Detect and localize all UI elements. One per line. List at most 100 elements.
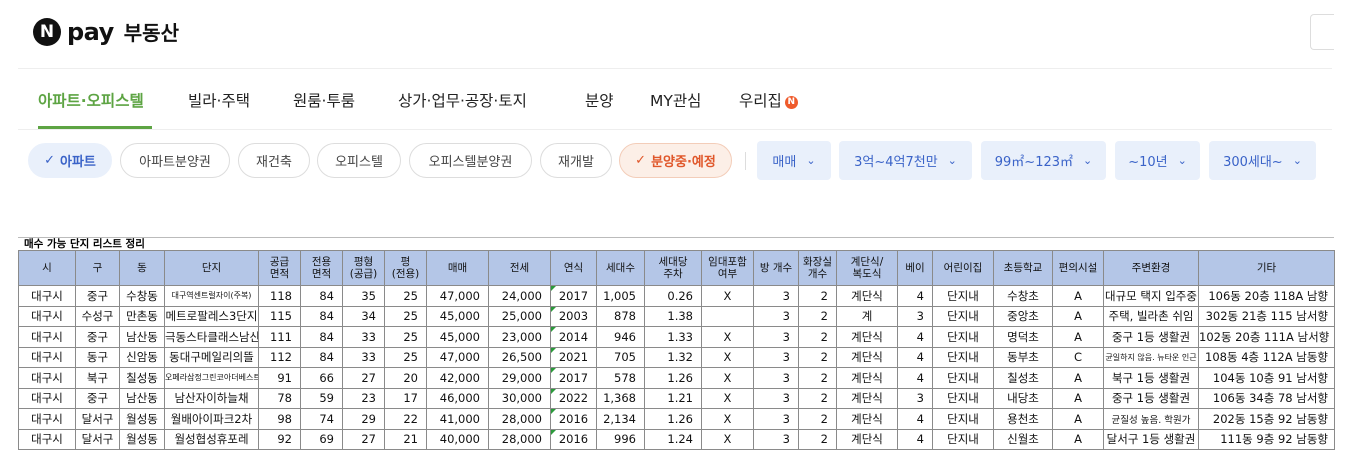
table-cell[interactable]: 중구 1등 생활권 <box>1103 387 1199 409</box>
table-cell[interactable]: 23 <box>342 387 385 409</box>
tab-presale[interactable]: 분양 <box>585 89 614 111</box>
table-cell[interactable]: 2 <box>798 346 837 368</box>
table-cell[interactable]: 단지내 <box>932 408 994 430</box>
table-cell[interactable]: 106동 20층 118A 남향 <box>1198 285 1335 307</box>
table-cell[interactable]: 705 <box>596 346 645 368</box>
table-cell[interactable]: 월성동 <box>119 428 165 450</box>
table-cell[interactable]: 명덕초 <box>993 326 1053 348</box>
table-cell[interactable]: 25 <box>384 285 427 307</box>
table-cell[interactable]: 0.26 <box>644 285 702 307</box>
table-cell[interactable]: 102동 20층 111A 남서향 <box>1198 326 1335 348</box>
table-cell[interactable]: 2 <box>798 285 837 307</box>
table-cell[interactable]: 달서구 <box>75 408 120 430</box>
table-cell[interactable]: 2017 <box>550 367 597 389</box>
table-cell[interactable]: 111 <box>258 326 301 348</box>
header-search-box[interactable] <box>1310 14 1334 50</box>
col-header[interactable]: 주변환경 <box>1103 250 1199 286</box>
table-cell[interactable]: 3 <box>753 387 799 409</box>
table-cell[interactable]: A <box>1052 367 1104 389</box>
table-cell[interactable]: 27 <box>342 428 385 450</box>
table-cell[interactable]: 2003 <box>550 305 597 327</box>
table-cell[interactable]: 2 <box>798 387 837 409</box>
table-cell[interactable]: 46,000 <box>426 387 489 409</box>
table-cell[interactable]: 25 <box>384 346 427 368</box>
table-cell[interactable]: 2 <box>798 367 837 389</box>
table-cell[interactable]: 25 <box>384 305 427 327</box>
tab-oneroom-tworoom[interactable]: 원룸·투룸 <box>293 89 355 111</box>
table-cell[interactable]: 대규모 택지 입주중 <box>1103 285 1199 307</box>
chip-officetel-presale-right[interactable]: 오피스텔분양권 <box>409 143 532 178</box>
table-cell[interactable]: 2 <box>798 326 837 348</box>
table-cell[interactable]: A <box>1052 305 1104 327</box>
table-cell[interactable]: 47,000 <box>426 285 489 307</box>
table-cell[interactable]: 2014 <box>550 326 597 348</box>
table-cell[interactable]: 66 <box>300 367 343 389</box>
chip-officetel[interactable]: 오피스텔 <box>317 143 401 178</box>
table-cell[interactable]: 3 <box>753 326 799 348</box>
table-cell[interactable]: 578 <box>596 367 645 389</box>
dropdown-price-range[interactable]: 3억~4억7천만 ⌄ <box>839 141 972 180</box>
table-cell[interactable]: 중구 <box>75 285 120 307</box>
table-cell[interactable]: 수창초 <box>993 285 1053 307</box>
table-cell[interactable]: 22 <box>384 408 427 430</box>
table-cell[interactable]: 단지내 <box>932 305 994 327</box>
dropdown-deal-type[interactable]: 매매 ⌄ <box>757 141 831 180</box>
table-cell[interactable]: 4 <box>897 285 933 307</box>
table-cell[interactable]: 1,368 <box>596 387 645 409</box>
col-header[interactable]: 평형 (공급) <box>342 250 385 286</box>
table-cell[interactable]: 2016 <box>550 408 597 430</box>
table-cell[interactable]: 주택, 빌라촌 쉬임 <box>1103 305 1199 327</box>
table-cell[interactable]: 단지내 <box>932 346 994 368</box>
chip-apartment-presale-right[interactable]: 아파트분양권 <box>120 143 230 178</box>
table-cell[interactable]: 중구 <box>75 326 120 348</box>
table-cell[interactable]: 단지내 <box>932 367 994 389</box>
table-cell[interactable]: 302동 21층 115 남서향 <box>1198 305 1335 327</box>
col-header[interactable]: 공급 면적 <box>258 250 301 286</box>
table-cell[interactable]: 대구시 <box>18 346 76 368</box>
table-cell[interactable]: A <box>1052 285 1104 307</box>
table-cell[interactable]: 20 <box>384 367 427 389</box>
table-cell[interactable]: 1.38 <box>644 305 702 327</box>
table-cell[interactable]: 월배아이파크2차 <box>164 408 259 430</box>
table-cell[interactable]: 3 <box>753 408 799 430</box>
table-cell[interactable]: 계단식 <box>836 346 898 368</box>
table-cell[interactable]: 메트로팔레스3단지 <box>164 305 259 327</box>
table-cell[interactable]: A <box>1052 387 1104 409</box>
table-cell[interactable]: 남산동 <box>119 387 165 409</box>
table-cell[interactable]: 78 <box>258 387 301 409</box>
table-cell[interactable]: 동부초 <box>993 346 1053 368</box>
table-cell[interactable]: 946 <box>596 326 645 348</box>
table-cell[interactable]: 3 <box>753 285 799 307</box>
table-cell[interactable]: 칠성동 <box>119 367 165 389</box>
col-header[interactable]: 계단식/ 복도식 <box>836 250 898 286</box>
table-cell[interactable]: 동대구메일리의뜰 <box>164 346 259 368</box>
col-header[interactable]: 기타 <box>1198 250 1335 286</box>
table-cell[interactable]: 달서구 1등 생활권 <box>1103 428 1199 450</box>
table-cell[interactable]: 28,000 <box>488 428 551 450</box>
table-cell[interactable]: 1.21 <box>644 387 702 409</box>
table-cell[interactable]: 2021 <box>550 346 597 368</box>
col-header[interactable]: 평 (전용) <box>384 250 427 286</box>
chip-apartment[interactable]: ✓ 아파트 <box>28 143 112 178</box>
tab-my-interest[interactable]: MY관심 <box>650 89 701 111</box>
col-header[interactable]: 구 <box>75 250 120 286</box>
table-cell[interactable]: 35 <box>342 285 385 307</box>
table-cell[interactable]: 878 <box>596 305 645 327</box>
table-cell[interactable]: 2 <box>798 408 837 430</box>
table-cell[interactable]: X <box>701 285 754 307</box>
table-cell[interactable]: 계단식 <box>836 285 898 307</box>
table-cell[interactable]: X <box>701 346 754 368</box>
table-cell[interactable]: C <box>1052 346 1104 368</box>
table-cell[interactable]: 월성동 <box>119 408 165 430</box>
table-cell[interactable]: 41,000 <box>426 408 489 430</box>
col-header[interactable]: 임대포함 여부 <box>701 250 754 286</box>
tab-my-home[interactable]: 우리집 N <box>739 89 798 111</box>
table-cell[interactable]: 69 <box>300 428 343 450</box>
table-cell[interactable]: 17 <box>384 387 427 409</box>
dropdown-building-age[interactable]: ~10년 ⌄ <box>1115 141 1200 180</box>
table-cell[interactable]: 74 <box>300 408 343 430</box>
table-cell[interactable]: 108동 4층 112A 남동향 <box>1198 346 1335 368</box>
col-header[interactable]: 초등학교 <box>993 250 1053 286</box>
table-cell[interactable]: X <box>701 408 754 430</box>
table-cell[interactable]: 112 <box>258 346 301 368</box>
